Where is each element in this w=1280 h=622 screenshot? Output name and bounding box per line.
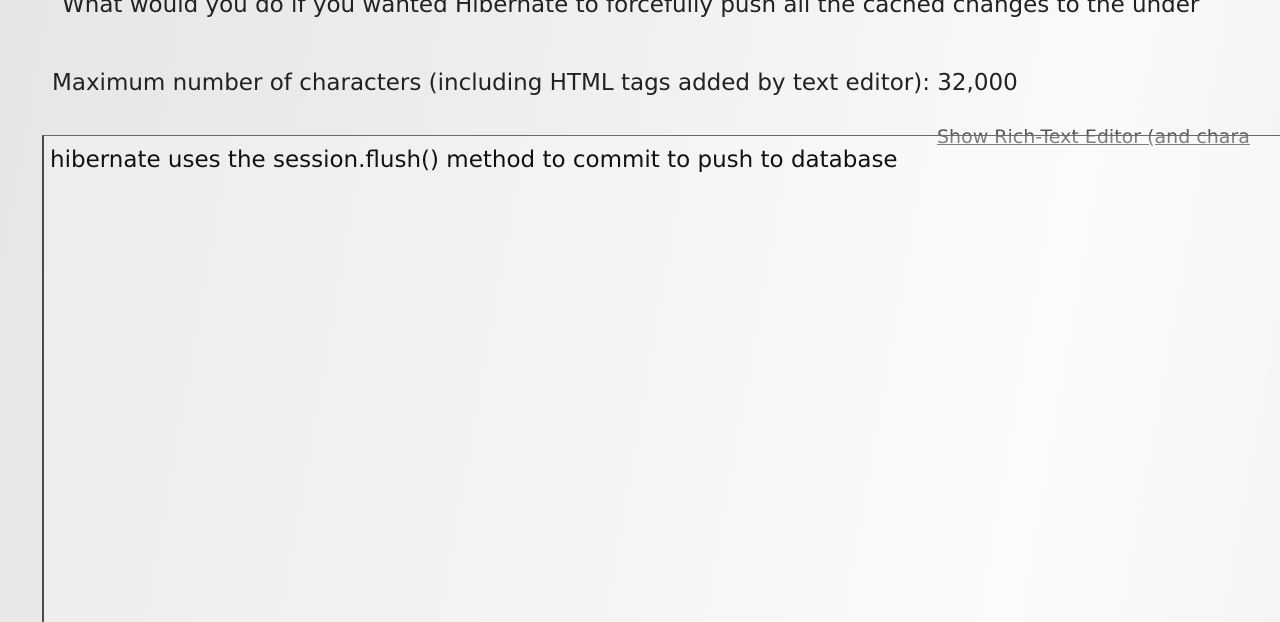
max-characters-note: Maximum number of characters (including … [52,70,1018,96]
answer-textarea[interactable]: hibernate uses the session.flush() metho… [42,135,1280,622]
question-text: What would you do if you wanted Hibernat… [62,0,1200,18]
answer-text-value: hibernate uses the session.flush() metho… [50,147,898,173]
